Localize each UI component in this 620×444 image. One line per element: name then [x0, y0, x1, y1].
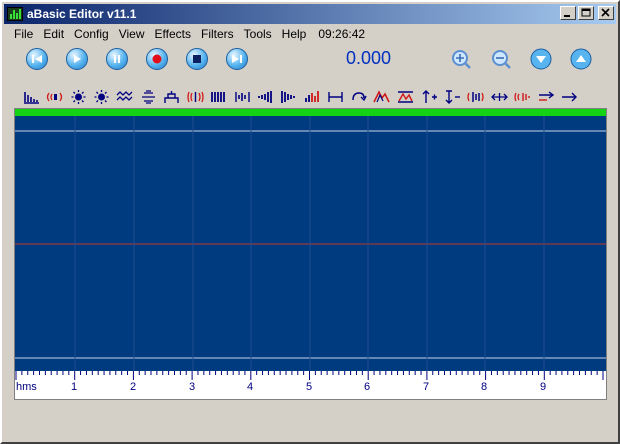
- ruler-label-8: 8: [481, 381, 488, 393]
- maximize-button[interactable]: [578, 6, 594, 20]
- fade-out-icon[interactable]: [279, 89, 298, 105]
- skip-to-end-button[interactable]: [226, 48, 248, 70]
- effects-toolbar: [22, 88, 583, 106]
- spectrum-icon[interactable]: [22, 89, 41, 105]
- equalizer-icon[interactable]: [139, 89, 158, 105]
- skip-to-start-button[interactable]: [26, 48, 48, 70]
- clock: 09:26:42: [318, 27, 366, 41]
- play-icon: [74, 55, 81, 63]
- chevron-down-icon: [530, 48, 552, 70]
- normalize-icon[interactable]: [396, 89, 415, 105]
- app-icon: [7, 7, 23, 21]
- expand-icon[interactable]: [490, 89, 509, 105]
- zoom-vertical-up-button[interactable]: [570, 48, 592, 70]
- ruler-label-4: 4: [247, 381, 254, 393]
- reverb-icon[interactable]: [186, 89, 205, 105]
- ruler-label-5: 5: [306, 381, 313, 393]
- zoom-controls: [450, 48, 610, 70]
- mirror-icon[interactable]: [233, 89, 252, 105]
- close-button[interactable]: [598, 6, 614, 20]
- ruler-label-2: 2: [130, 381, 137, 393]
- play-button[interactable]: [66, 48, 88, 70]
- zoom-out-icon: [492, 50, 511, 69]
- position-counter: 0.000: [346, 48, 392, 68]
- ruler-label-6: 6: [364, 381, 371, 393]
- skip-forward-icon: [232, 55, 242, 63]
- title-bar[interactable]: aBasic Editor v11.1: [4, 4, 616, 24]
- wave-icon[interactable]: [116, 89, 135, 105]
- record-icon: [152, 54, 162, 64]
- ruler-label-3: 3: [189, 381, 196, 393]
- skip-back-icon: [32, 55, 42, 63]
- range-icon[interactable]: [326, 89, 345, 105]
- echo-alt-icon[interactable]: [513, 89, 532, 105]
- loop-icon[interactable]: [349, 89, 368, 105]
- ruler-unit-label: hms: [16, 381, 37, 393]
- waveform-view[interactable]: hms 1 2 3 4 5 6 7 8 9: [14, 108, 607, 400]
- amplify-up-icon[interactable]: [420, 89, 439, 105]
- close-icon: [601, 8, 610, 17]
- level-meter-icon[interactable]: [303, 89, 322, 105]
- menu-config[interactable]: Config: [74, 27, 109, 41]
- ruler-ticks: [15, 371, 604, 380]
- brightness-alt-icon[interactable]: [92, 89, 111, 105]
- peak-icon[interactable]: [373, 89, 392, 105]
- menu-tools[interactable]: Tools: [244, 27, 272, 41]
- window-title: aBasic Editor v11.1: [27, 7, 137, 21]
- main-window: aBasic Editor v11.1 File Edit Config Vie…: [0, 0, 620, 444]
- ruler-label-1: 1: [71, 381, 78, 393]
- brightness-icon[interactable]: [69, 89, 88, 105]
- menu-file[interactable]: File: [14, 27, 33, 41]
- fade-in-icon[interactable]: [256, 89, 275, 105]
- record-button[interactable]: [146, 48, 168, 70]
- menu-help[interactable]: Help: [282, 27, 307, 41]
- filter-icon[interactable]: [162, 89, 181, 105]
- minimize-button[interactable]: [560, 6, 576, 20]
- bars-icon[interactable]: [209, 89, 228, 105]
- menu-effects[interactable]: Effects: [155, 27, 191, 41]
- menu-filters[interactable]: Filters: [201, 27, 234, 41]
- pause-icon: [114, 55, 120, 63]
- chevron-up-icon: [570, 48, 592, 70]
- stop-icon: [193, 55, 201, 63]
- minimize-icon: [564, 15, 570, 17]
- menu-view[interactable]: View: [119, 27, 145, 41]
- transport-controls: [26, 48, 266, 70]
- waveform-grid: [15, 116, 606, 371]
- zoom-in-button[interactable]: [450, 48, 472, 70]
- zoom-out-button[interactable]: [490, 48, 512, 70]
- stop-button[interactable]: [186, 48, 208, 70]
- time-ruler[interactable]: hms 1 2 3 4 5 6 7 8 9: [15, 371, 606, 399]
- arrow-right-icon[interactable]: [560, 89, 579, 105]
- amplify-down-icon[interactable]: [443, 89, 462, 105]
- pause-button[interactable]: [106, 48, 128, 70]
- maximize-icon: [581, 8, 591, 17]
- zoom-vertical-down-button[interactable]: [530, 48, 552, 70]
- zoom-in-icon: [452, 50, 471, 69]
- shift-right-icon[interactable]: [537, 89, 556, 105]
- ruler-label-7: 7: [423, 381, 430, 393]
- echo-icon[interactable]: [45, 89, 64, 105]
- ruler-label-9: 9: [540, 381, 547, 393]
- menu-bar: File Edit Config View Effects Filters To…: [14, 26, 365, 42]
- menu-edit[interactable]: Edit: [43, 27, 64, 41]
- stereo-icon[interactable]: [466, 89, 485, 105]
